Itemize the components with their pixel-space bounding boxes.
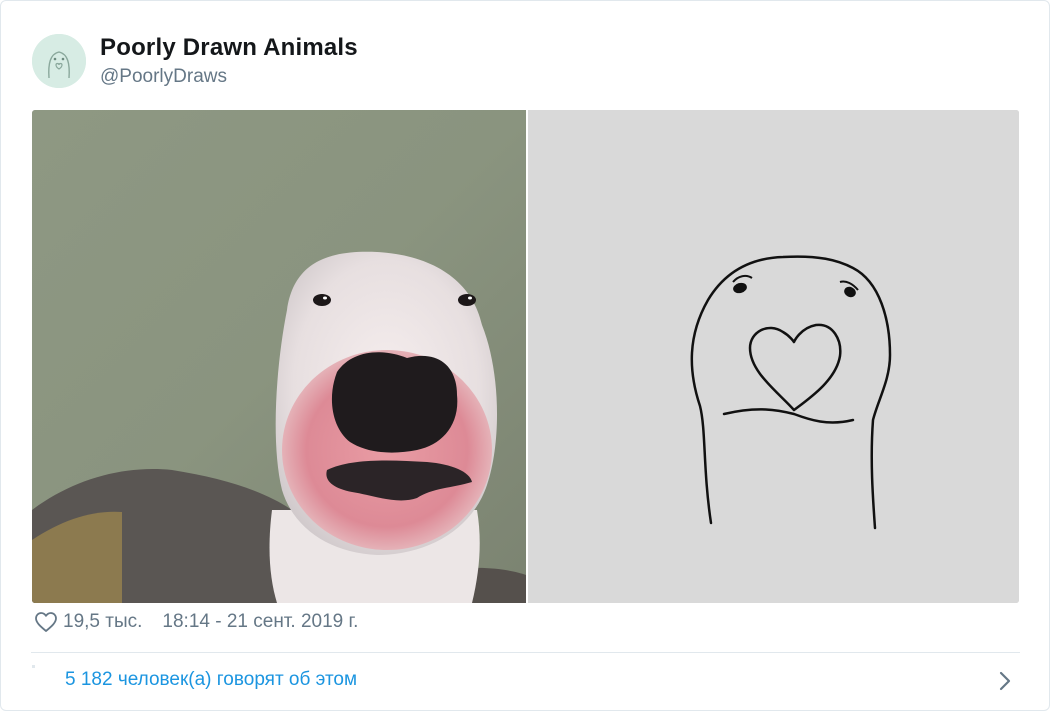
author-name[interactable]: Poorly Drawn Animals	[100, 34, 358, 62]
tweet-media[interactable]	[32, 110, 1019, 603]
cartoon-animal-icon	[32, 34, 86, 88]
like-count[interactable]: 19,5 тыс.	[63, 611, 142, 633]
footer-dot	[32, 665, 35, 668]
avatar[interactable]	[32, 34, 86, 88]
people-talking-link[interactable]: 5 182 человек(а) говорят об этом	[65, 669, 357, 691]
footer-divider	[31, 652, 1020, 653]
drawing-bull-terrier-face[interactable]	[528, 110, 1019, 603]
chevron-right-icon[interactable]	[997, 669, 1013, 693]
heart-icon[interactable]	[34, 610, 58, 634]
tweet-timestamp[interactable]: 18:14 - 21 сент. 2019 г.	[162, 611, 358, 633]
tweet-meta: 19,5 тыс. 18:14 - 21 сент. 2019 г.	[34, 610, 358, 634]
tweet-card: Poorly Drawn Animals @PoorlyDraws 19,5 т…	[0, 0, 1050, 711]
author-handle[interactable]: @PoorlyDraws	[100, 66, 227, 88]
photo-bull-terrier-face[interactable]	[32, 110, 526, 603]
